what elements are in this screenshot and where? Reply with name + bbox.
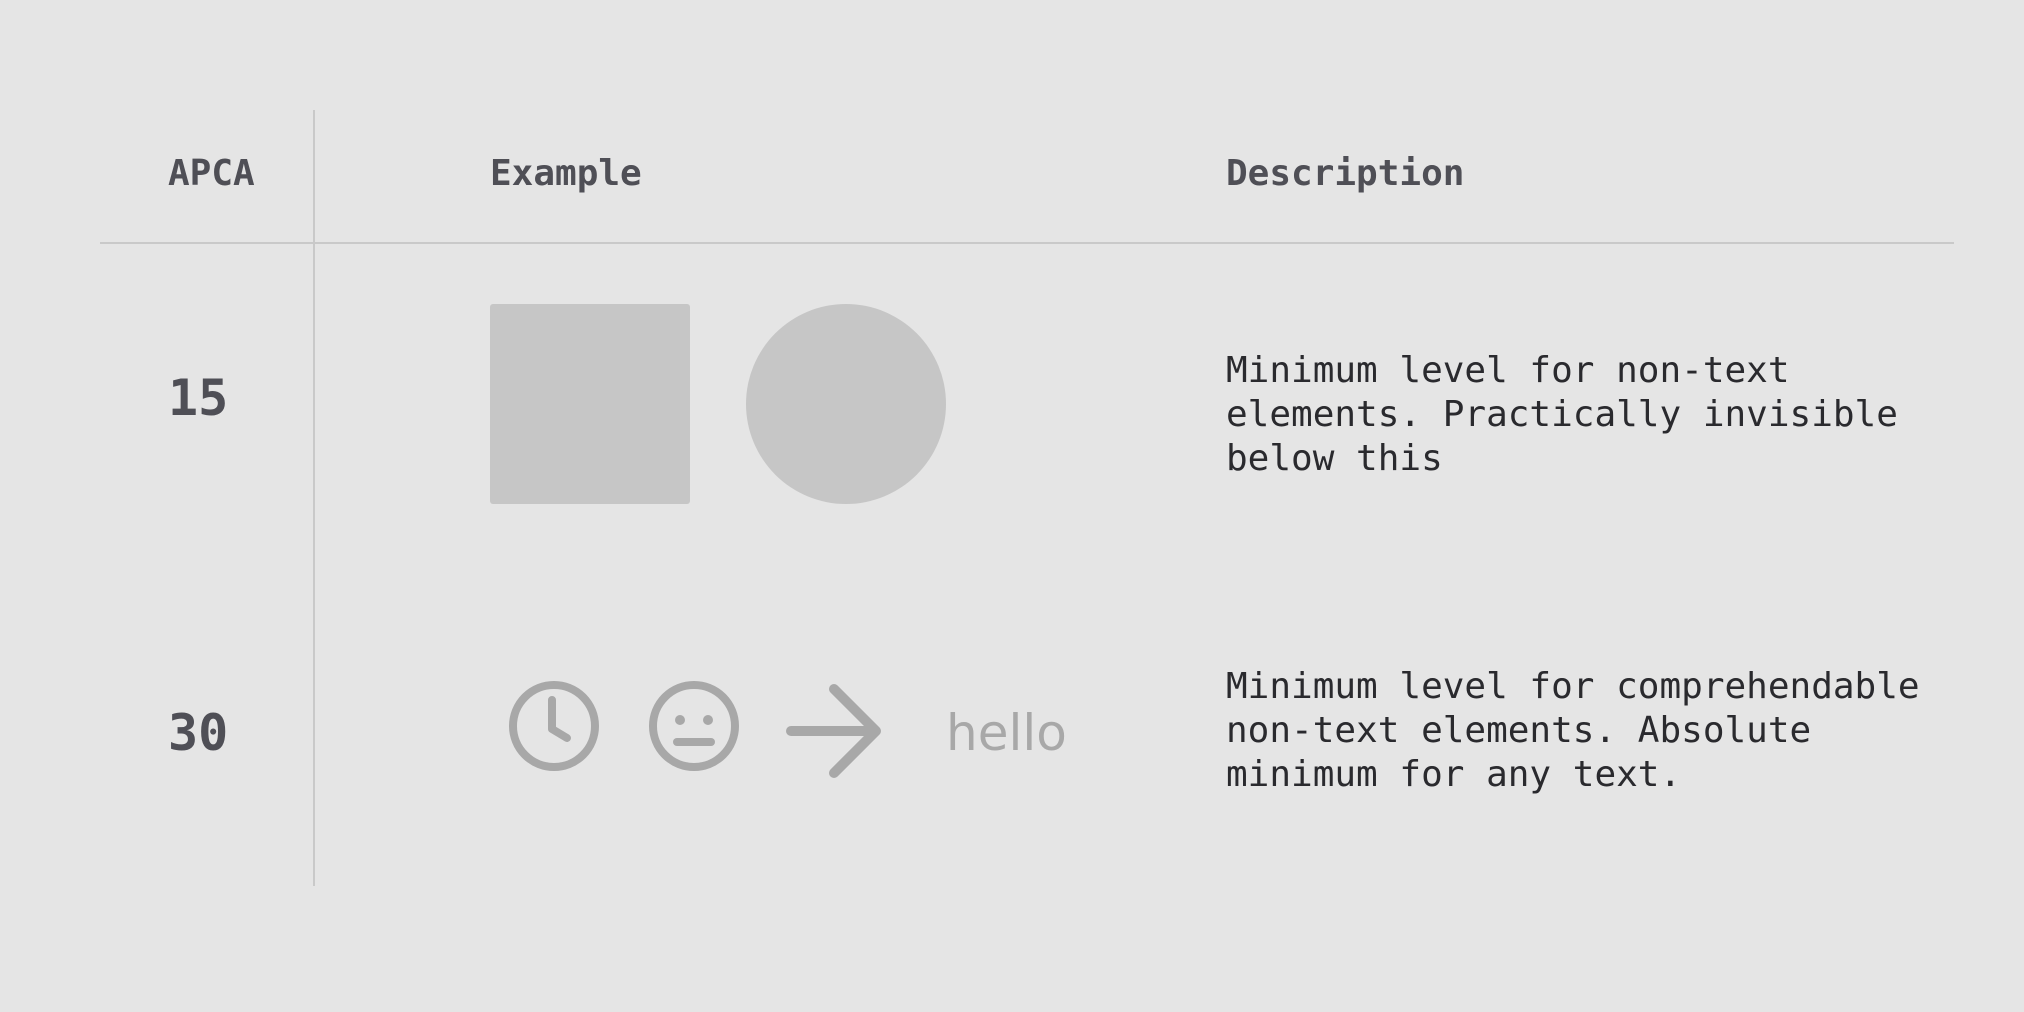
column-divider	[313, 110, 315, 886]
header-divider	[100, 242, 1954, 244]
description-15: Minimum level for non-text elements. Pra…	[1226, 350, 1898, 479]
example-circle	[746, 304, 946, 504]
example-square	[490, 304, 690, 504]
header-example: Example	[490, 153, 642, 194]
apca-value-15: 15	[168, 369, 229, 427]
arrow-right-icon	[786, 684, 881, 778]
header-apca: APCA	[168, 153, 255, 194]
description-30: Minimum level for comprehendable non-tex…	[1226, 666, 1920, 795]
clock-icon	[509, 681, 599, 771]
neutral-face-icon	[649, 681, 739, 771]
header-description: Description	[1226, 153, 1465, 194]
apca-value-30: 30	[168, 704, 229, 762]
example-text-hello: hello	[946, 704, 1067, 762]
